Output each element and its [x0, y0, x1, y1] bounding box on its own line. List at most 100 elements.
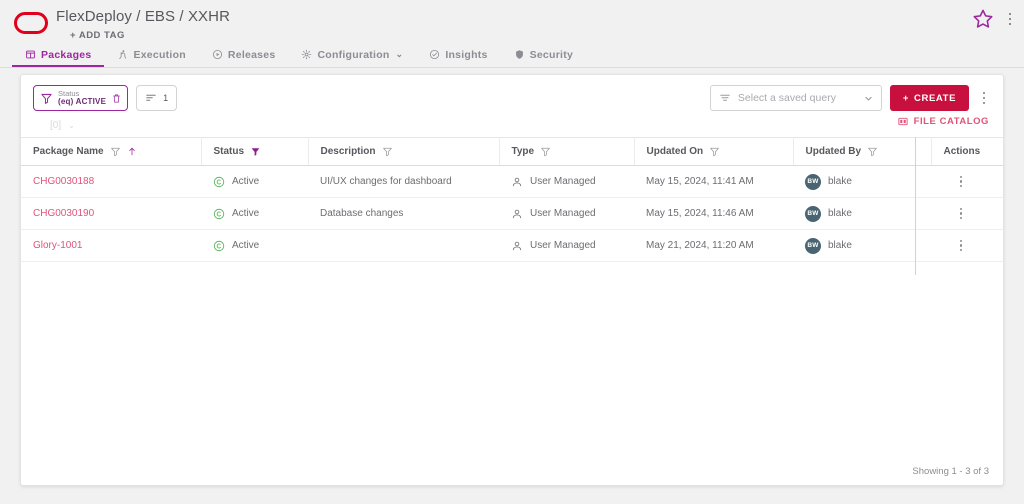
create-button[interactable]: + CREATE	[889, 85, 969, 111]
tab-releases[interactable]: Releases	[199, 44, 289, 67]
cell-type: User Managed	[499, 165, 634, 198]
filter-icon[interactable]	[540, 146, 551, 157]
package-name-link[interactable]: Glory-1001	[33, 240, 82, 251]
filter-lines-icon	[720, 94, 730, 101]
sort-ascending-icon[interactable]	[127, 146, 137, 157]
tab-configuration-label: Configuration	[317, 48, 390, 61]
chevron-down-icon: ⌄	[395, 49, 404, 59]
package-name-link[interactable]: CHG0030190	[33, 208, 94, 219]
row-actions-menu[interactable]	[955, 236, 967, 256]
cell-type: User Managed	[499, 229, 634, 262]
cell-status: Active	[201, 197, 308, 230]
check-circle-icon	[430, 49, 440, 60]
column-header-updated-by[interactable]: Updated By	[793, 137, 932, 166]
package-name-link[interactable]: CHG0030188	[33, 176, 94, 187]
tab-security[interactable]: Security	[501, 44, 586, 67]
gear-icon	[302, 49, 312, 60]
catalog-icon	[898, 117, 908, 126]
tab-packages-label: Packages	[41, 48, 92, 61]
sort-chip[interactable]: 1	[136, 85, 178, 111]
group-count-value: [0]	[50, 120, 62, 131]
filter-icon[interactable]	[382, 146, 393, 157]
cell-description: Database changes	[308, 197, 499, 230]
tab-execution[interactable]: Execution	[104, 44, 198, 67]
table-body: CHG0030188 Active UI/UX changes for dash…	[21, 165, 1003, 262]
filter-icon[interactable]	[867, 146, 878, 157]
tab-insights-label: Insights	[445, 48, 488, 61]
filter-icon[interactable]	[709, 146, 720, 157]
tab-releases-label: Releases	[227, 48, 276, 61]
create-button-label: CREATE	[914, 92, 956, 104]
column-header-package-name[interactable]: Package Name	[21, 137, 202, 166]
cell-description: UI/UX changes for dashboard	[308, 165, 499, 198]
cell-package-name: CHG0030188	[21, 165, 201, 198]
chevron-down-icon	[865, 96, 872, 101]
type-label: User Managed	[530, 240, 596, 251]
column-label-updated-by: Updated By	[805, 146, 862, 157]
tab-packages[interactable]: Packages	[12, 44, 105, 67]
tab-security-label: Security	[529, 48, 574, 61]
app-header: FlexDeploy / EBS / XXHR + ADD TAG	[0, 0, 1024, 44]
avatar: BW	[805, 205, 821, 222]
column-header-description[interactable]: Description	[308, 137, 500, 166]
column-header-updated-on[interactable]: Updated On	[634, 137, 794, 166]
user-icon	[512, 241, 522, 250]
status-filter-texts: Status (eq) ACTIVE	[58, 89, 106, 106]
toolbar-overflow-menu[interactable]	[977, 86, 991, 110]
packages-card: Status (eq) ACTIVE 1 [0] ⌄ Select a save…	[20, 74, 1004, 486]
cell-package-name: CHG0030190	[21, 197, 201, 230]
cell-updated-on: May 15, 2024, 11:41 AM	[634, 165, 793, 198]
column-header-type[interactable]: Type	[499, 137, 635, 166]
cell-package-name: Glory-1001	[21, 229, 201, 262]
cell-type: User Managed	[499, 197, 634, 230]
status-filter-chip[interactable]: Status (eq) ACTIVE	[33, 85, 129, 111]
cell-description	[308, 229, 499, 262]
header-overflow-menu[interactable]	[1002, 8, 1018, 30]
table-footer-count: Showing 1 - 3 of 3	[912, 466, 989, 477]
sort-chip-count: 1	[163, 93, 169, 103]
table-header: Package Name Status Description Type Upd…	[21, 137, 1003, 166]
filter-icon[interactable]	[250, 146, 261, 157]
table-row[interactable]: CHG0030188 Active UI/UX changes for dash…	[21, 165, 1003, 198]
saved-query-placeholder: Select a saved query	[737, 92, 836, 104]
create-plus-icon: +	[902, 92, 910, 104]
star-icon[interactable]	[972, 8, 994, 30]
filter-icon[interactable]	[110, 146, 121, 157]
column-header-actions: Actions	[931, 137, 1003, 166]
group-count-row[interactable]: [0] ⌄	[50, 120, 991, 131]
table-toolbar: Status (eq) ACTIVE 1 [0] ⌄ Select a save…	[21, 75, 1003, 137]
avatar: BW	[805, 237, 821, 254]
column-label-actions: Actions	[943, 146, 981, 157]
updated-by-label: blake	[828, 208, 852, 219]
user-icon	[512, 177, 522, 186]
filter-icon	[41, 93, 52, 104]
trash-icon[interactable]	[111, 93, 122, 104]
saved-query-select[interactable]: Select a saved query	[709, 85, 882, 111]
status-label: Active	[232, 176, 260, 187]
tab-insights[interactable]: Insights	[416, 44, 500, 67]
header-actions	[972, 8, 1018, 30]
type-label: User Managed	[530, 208, 596, 219]
table-header-row: Package Name Status Description Type Upd…	[21, 137, 1003, 166]
column-label-updated-on: Updated On	[646, 146, 704, 157]
tab-configuration[interactable]: Configuration ⌄	[288, 44, 416, 67]
tab-execution-label: Execution	[133, 48, 186, 61]
user-icon	[512, 209, 522, 218]
runner-icon	[119, 50, 127, 60]
active-circle-icon	[213, 240, 225, 251]
table-row[interactable]: CHG0030190 Active Database changes User …	[21, 197, 1003, 230]
row-actions-menu[interactable]	[955, 172, 967, 192]
shield-icon	[515, 50, 523, 59]
row-actions-menu[interactable]	[955, 204, 967, 224]
file-catalog-link[interactable]: FILE CATALOG	[897, 116, 989, 127]
add-tag-button[interactable]: + ADD TAG	[70, 30, 125, 41]
updated-by-label: blake	[828, 176, 852, 187]
column-label-type: Type	[511, 146, 535, 157]
table-row[interactable]: Glory-1001 Active User Managed May 21, 2…	[21, 229, 1003, 262]
cell-actions	[931, 229, 1003, 262]
breadcrumb[interactable]: FlexDeploy / EBS / XXHR	[56, 8, 230, 25]
cell-updated-by: BW blake	[793, 197, 931, 230]
column-label-description: Description	[320, 146, 376, 157]
chevron-down-icon: ⌄	[68, 121, 75, 130]
column-header-status[interactable]: Status	[201, 137, 309, 166]
